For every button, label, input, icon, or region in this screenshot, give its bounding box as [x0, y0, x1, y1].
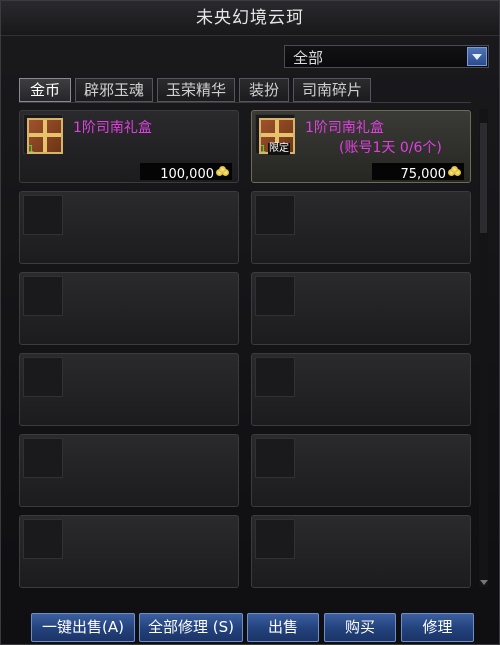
empty-item-slot[interactable]: [19, 191, 239, 264]
item-name: 1阶司南礼盒: [305, 120, 384, 136]
empty-item-slot[interactable]: [251, 191, 471, 264]
item-icon-frame: 1 限定: [255, 114, 295, 155]
empty-icon-frame: [23, 276, 63, 316]
empty-item-slot[interactable]: [251, 272, 471, 345]
empty-item-slot[interactable]: [19, 272, 239, 345]
tab-sinan-fragment[interactable]: 司南碎片: [293, 78, 371, 102]
price-bar: 100,000: [140, 163, 232, 182]
window-title: 未央幻境云珂: [1, 1, 499, 36]
price-bar: 75,000: [372, 163, 464, 182]
sell-all-button[interactable]: 一键出售(A): [31, 613, 135, 642]
empty-icon-frame: [255, 357, 295, 397]
category-dropdown[interactable]: 全部: [284, 45, 489, 68]
empty-icon-frame: [23, 357, 63, 397]
gold-coin-icon: [216, 166, 230, 176]
empty-item-slot[interactable]: [19, 353, 239, 426]
item-slot[interactable]: 1 1阶司南礼盒 100,000: [19, 110, 239, 183]
empty-icon-frame: [23, 438, 63, 478]
empty-icon-frame: [255, 195, 295, 235]
repair-button[interactable]: 修理: [401, 613, 474, 642]
item-icon-frame: 1: [23, 114, 63, 155]
empty-item-slot[interactable]: [19, 515, 239, 588]
tab-yurong-jinghua[interactable]: 玉荣精华: [157, 78, 235, 102]
scrollbar-thumb[interactable]: [480, 123, 487, 233]
repair-all-button[interactable]: 全部修理 (S): [139, 613, 243, 642]
item-quantity: 1: [28, 144, 35, 155]
tab-costume[interactable]: 装扮: [239, 78, 289, 102]
limited-badge: 限定: [268, 143, 290, 155]
item-slot-selected[interactable]: 1 限定 1阶司南礼盒 (账号1天 0/6个) 75,000: [251, 110, 471, 183]
empty-icon-frame: [255, 519, 295, 559]
tab-bixie-yuhun[interactable]: 辟邪玉魂: [75, 78, 153, 102]
empty-icon-frame: [255, 438, 295, 478]
chevron-down-icon[interactable]: [467, 47, 487, 66]
empty-icon-frame: [23, 519, 63, 559]
empty-item-slot[interactable]: [251, 515, 471, 588]
gold-coin-icon: [448, 166, 462, 176]
buy-button[interactable]: 购买: [324, 613, 396, 642]
tab-gold[interactable]: 金币: [19, 78, 71, 102]
sell-button[interactable]: 出售: [247, 613, 319, 642]
item-name: 1阶司南礼盒: [73, 120, 152, 136]
tab-divider: [19, 102, 471, 103]
item-limit-note: (账号1天 0/6个): [339, 140, 442, 156]
item-list-scrollbar[interactable]: [479, 109, 488, 587]
empty-item-slot[interactable]: [251, 353, 471, 426]
shop-window: 未央幻境云珂 全部 金币 辟邪玉魂 玉荣精华 装扮 司南碎片 1 1阶司南礼盒 …: [0, 0, 500, 645]
item-quantity: 1: [260, 144, 267, 155]
empty-icon-frame: [255, 276, 295, 316]
dropdown-selected: 全部: [293, 49, 324, 67]
empty-item-slot[interactable]: [251, 434, 471, 507]
scroll-down-arrow-icon[interactable]: [479, 577, 488, 587]
empty-item-slot[interactable]: [19, 434, 239, 507]
empty-icon-frame: [23, 195, 63, 235]
